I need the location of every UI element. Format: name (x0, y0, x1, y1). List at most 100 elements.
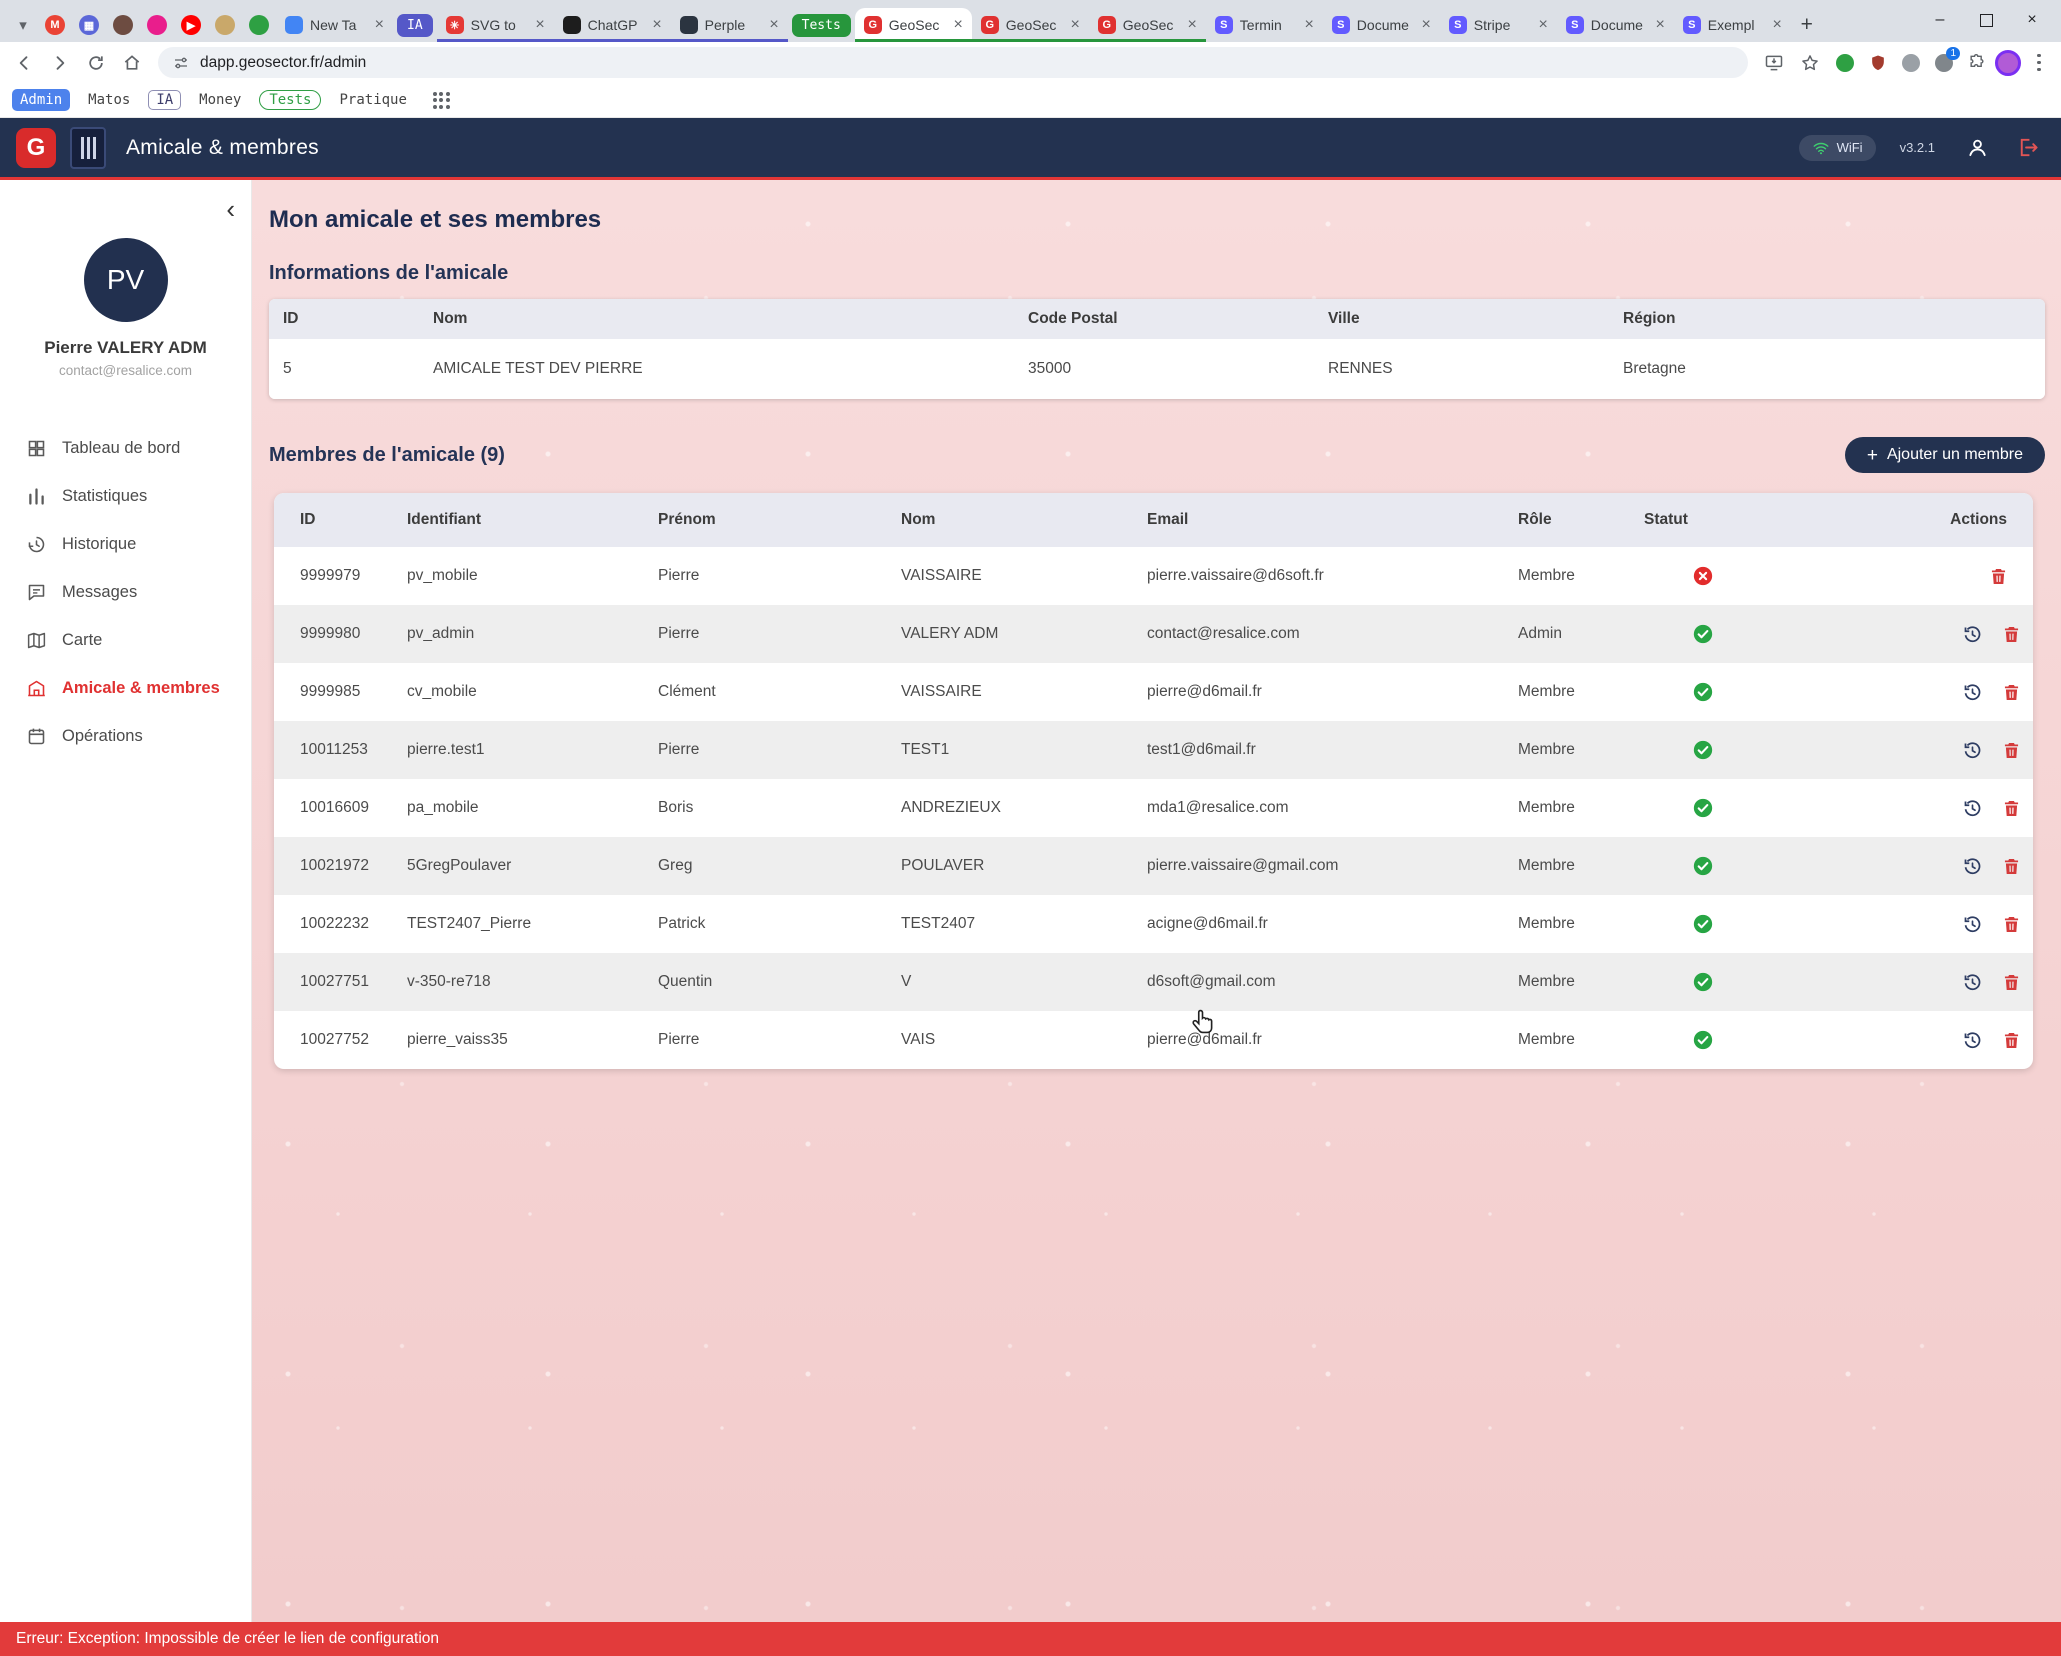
pinned-tab-github[interactable] (106, 8, 140, 42)
gmail-favicon: M (45, 15, 65, 35)
window-maximize-button[interactable] (1963, 0, 2009, 40)
tab-list: M▦▶New Ta×IA✳SVG to×ChatGP×Perple×TestsG… (38, 8, 1791, 42)
browser-tab[interactable]: New Ta× (276, 8, 393, 42)
extension-green-icon[interactable] (1830, 48, 1859, 77)
window-close-button[interactable]: × (2009, 0, 2055, 40)
tab-group-ia[interactable]: IA (397, 14, 433, 37)
forward-icon[interactable] (44, 47, 76, 79)
member-identifiant: pa_mobile (399, 779, 650, 837)
extension-gray-icon[interactable] (1896, 48, 1925, 77)
delete-member-icon[interactable] (2001, 856, 2022, 877)
browser-tab[interactable]: ✳SVG to× (437, 8, 554, 42)
stats-icon (26, 486, 47, 507)
tab-close-icon[interactable]: × (1538, 16, 1547, 34)
pinned-tab-gmail[interactable]: M (38, 8, 72, 42)
browser-tab[interactable]: Perple × (671, 8, 788, 42)
browser-menu-icon[interactable] (2025, 49, 2053, 77)
sidebar-item-statistiques[interactable]: Statistiques (0, 472, 251, 520)
tab-group-tests[interactable]: Tests (792, 14, 851, 37)
tab-close-icon[interactable]: × (1304, 16, 1313, 34)
site-settings-icon[interactable] (172, 54, 190, 72)
tab-close-icon[interactable]: × (535, 16, 544, 34)
bookmark-money[interactable]: Money (191, 89, 249, 111)
tab-close-icon[interactable]: × (1187, 16, 1196, 34)
member-role: Membre (1510, 895, 1636, 953)
restore-member-icon[interactable] (1962, 740, 1983, 761)
extension-badge-icon[interactable]: 1 (1929, 48, 1958, 77)
delete-member-icon[interactable] (2001, 1030, 2022, 1051)
browser-tab[interactable]: GGeoSec× (972, 8, 1089, 42)
restore-member-icon[interactable] (1962, 798, 1983, 819)
delete-member-icon[interactable] (2001, 798, 2022, 819)
delete-member-icon[interactable] (2001, 624, 2022, 645)
tab-close-icon[interactable]: × (953, 16, 962, 34)
browser-tab[interactable]: GGeoSec× (1089, 8, 1206, 42)
delete-member-icon[interactable] (2001, 740, 2022, 761)
pinned-tab-pink-app[interactable] (140, 8, 174, 42)
tab-close-icon[interactable]: × (1070, 16, 1079, 34)
sidebar-collapse-icon[interactable]: ‹ (226, 196, 235, 222)
restore-member-icon[interactable] (1962, 914, 1983, 935)
member-role: Membre (1510, 547, 1636, 605)
address-bar[interactable]: dapp.geosector.fr/admin (158, 47, 1748, 78)
bookmark-ia[interactable]: IA (148, 90, 181, 110)
delete-member-icon[interactable] (2001, 972, 2022, 993)
delete-member-icon[interactable] (2001, 914, 2022, 935)
bookmark-matos[interactable]: Matos (80, 89, 138, 111)
refresh-icon[interactable] (80, 47, 112, 79)
extension-shield-icon[interactable] (1863, 48, 1892, 77)
add-member-button[interactable]: + Ajouter un membre (1845, 437, 2045, 473)
restore-member-icon[interactable] (1962, 856, 1983, 877)
tab-close-icon[interactable]: × (1421, 16, 1430, 34)
browser-tab[interactable]: GGeoSec× (855, 8, 972, 42)
pinned-tab-workspace[interactable]: ▦ (72, 8, 106, 42)
sidebar-item-amicale-membres[interactable]: Amicale & membres (0, 664, 251, 712)
browser-tab[interactable]: ChatGP× (554, 8, 671, 42)
notification-count-badge: 1 (1946, 47, 1960, 60)
bookmark-tests[interactable]: Tests (259, 90, 321, 110)
restore-member-icon[interactable] (1962, 682, 1983, 703)
restore-member-icon[interactable] (1962, 1030, 1983, 1051)
tab-label: Perple (705, 17, 763, 33)
restore-member-icon[interactable] (1962, 624, 1983, 645)
pinned-tab-youtube[interactable]: ▶ (174, 8, 208, 42)
window-minimize-button[interactable]: – (1917, 0, 1963, 40)
browser-tab[interactable]: STermin× (1206, 8, 1323, 42)
bookmark-star-icon[interactable] (1794, 47, 1826, 79)
gray-extension-dot (1902, 54, 1920, 72)
delete-member-icon[interactable] (1988, 566, 2009, 587)
tab-close-icon[interactable]: × (769, 16, 778, 34)
apps-grid-icon[interactable] (433, 92, 450, 109)
sidebar-item-carte[interactable]: Carte (0, 616, 251, 664)
install-app-icon[interactable] (1758, 47, 1790, 79)
bookmark-admin[interactable]: Admin (12, 89, 70, 111)
profile-avatar[interactable] (1995, 50, 2021, 76)
tab-close-icon[interactable]: × (375, 16, 384, 34)
back-icon[interactable] (8, 47, 40, 79)
new-tab-button[interactable]: + (1791, 8, 1823, 42)
tab-search-chevron-icon[interactable]: ▾ (8, 8, 38, 42)
browser-tab[interactable]: SDocume× (1557, 8, 1674, 42)
browser-tab[interactable]: SDocume× (1323, 8, 1440, 42)
sidebar-item-operations[interactable]: Opérations (0, 712, 251, 760)
tab-close-icon[interactable]: × (652, 16, 661, 34)
puzzle-extensions-icon[interactable] (1962, 48, 1991, 77)
pinned-tab-claude[interactable] (208, 8, 242, 42)
sidebar-item-messages[interactable]: Messages (0, 568, 251, 616)
sidebar-item-label: Tableau de bord (62, 439, 180, 458)
pinned-tab-green-app[interactable] (242, 8, 276, 42)
browser-tab[interactable]: SStripe× (1440, 8, 1557, 42)
bookmark-pratique[interactable]: Pratique (331, 89, 414, 111)
home-icon[interactable] (116, 47, 148, 79)
browser-tab[interactable]: SExempl× (1674, 8, 1791, 42)
tab-close-icon[interactable]: × (1655, 16, 1664, 34)
tab-favicon: ✳ (446, 16, 464, 34)
url-text[interactable]: dapp.geosector.fr/admin (200, 54, 366, 72)
account-icon[interactable] (1959, 130, 1995, 166)
delete-member-icon[interactable] (2001, 682, 2022, 703)
logout-icon[interactable] (2009, 130, 2045, 166)
restore-member-icon[interactable] (1962, 972, 1983, 993)
tab-close-icon[interactable]: × (1772, 16, 1781, 34)
sidebar-item-tableau-de-bord[interactable]: Tableau de bord (0, 424, 251, 472)
sidebar-item-historique[interactable]: Historique (0, 520, 251, 568)
